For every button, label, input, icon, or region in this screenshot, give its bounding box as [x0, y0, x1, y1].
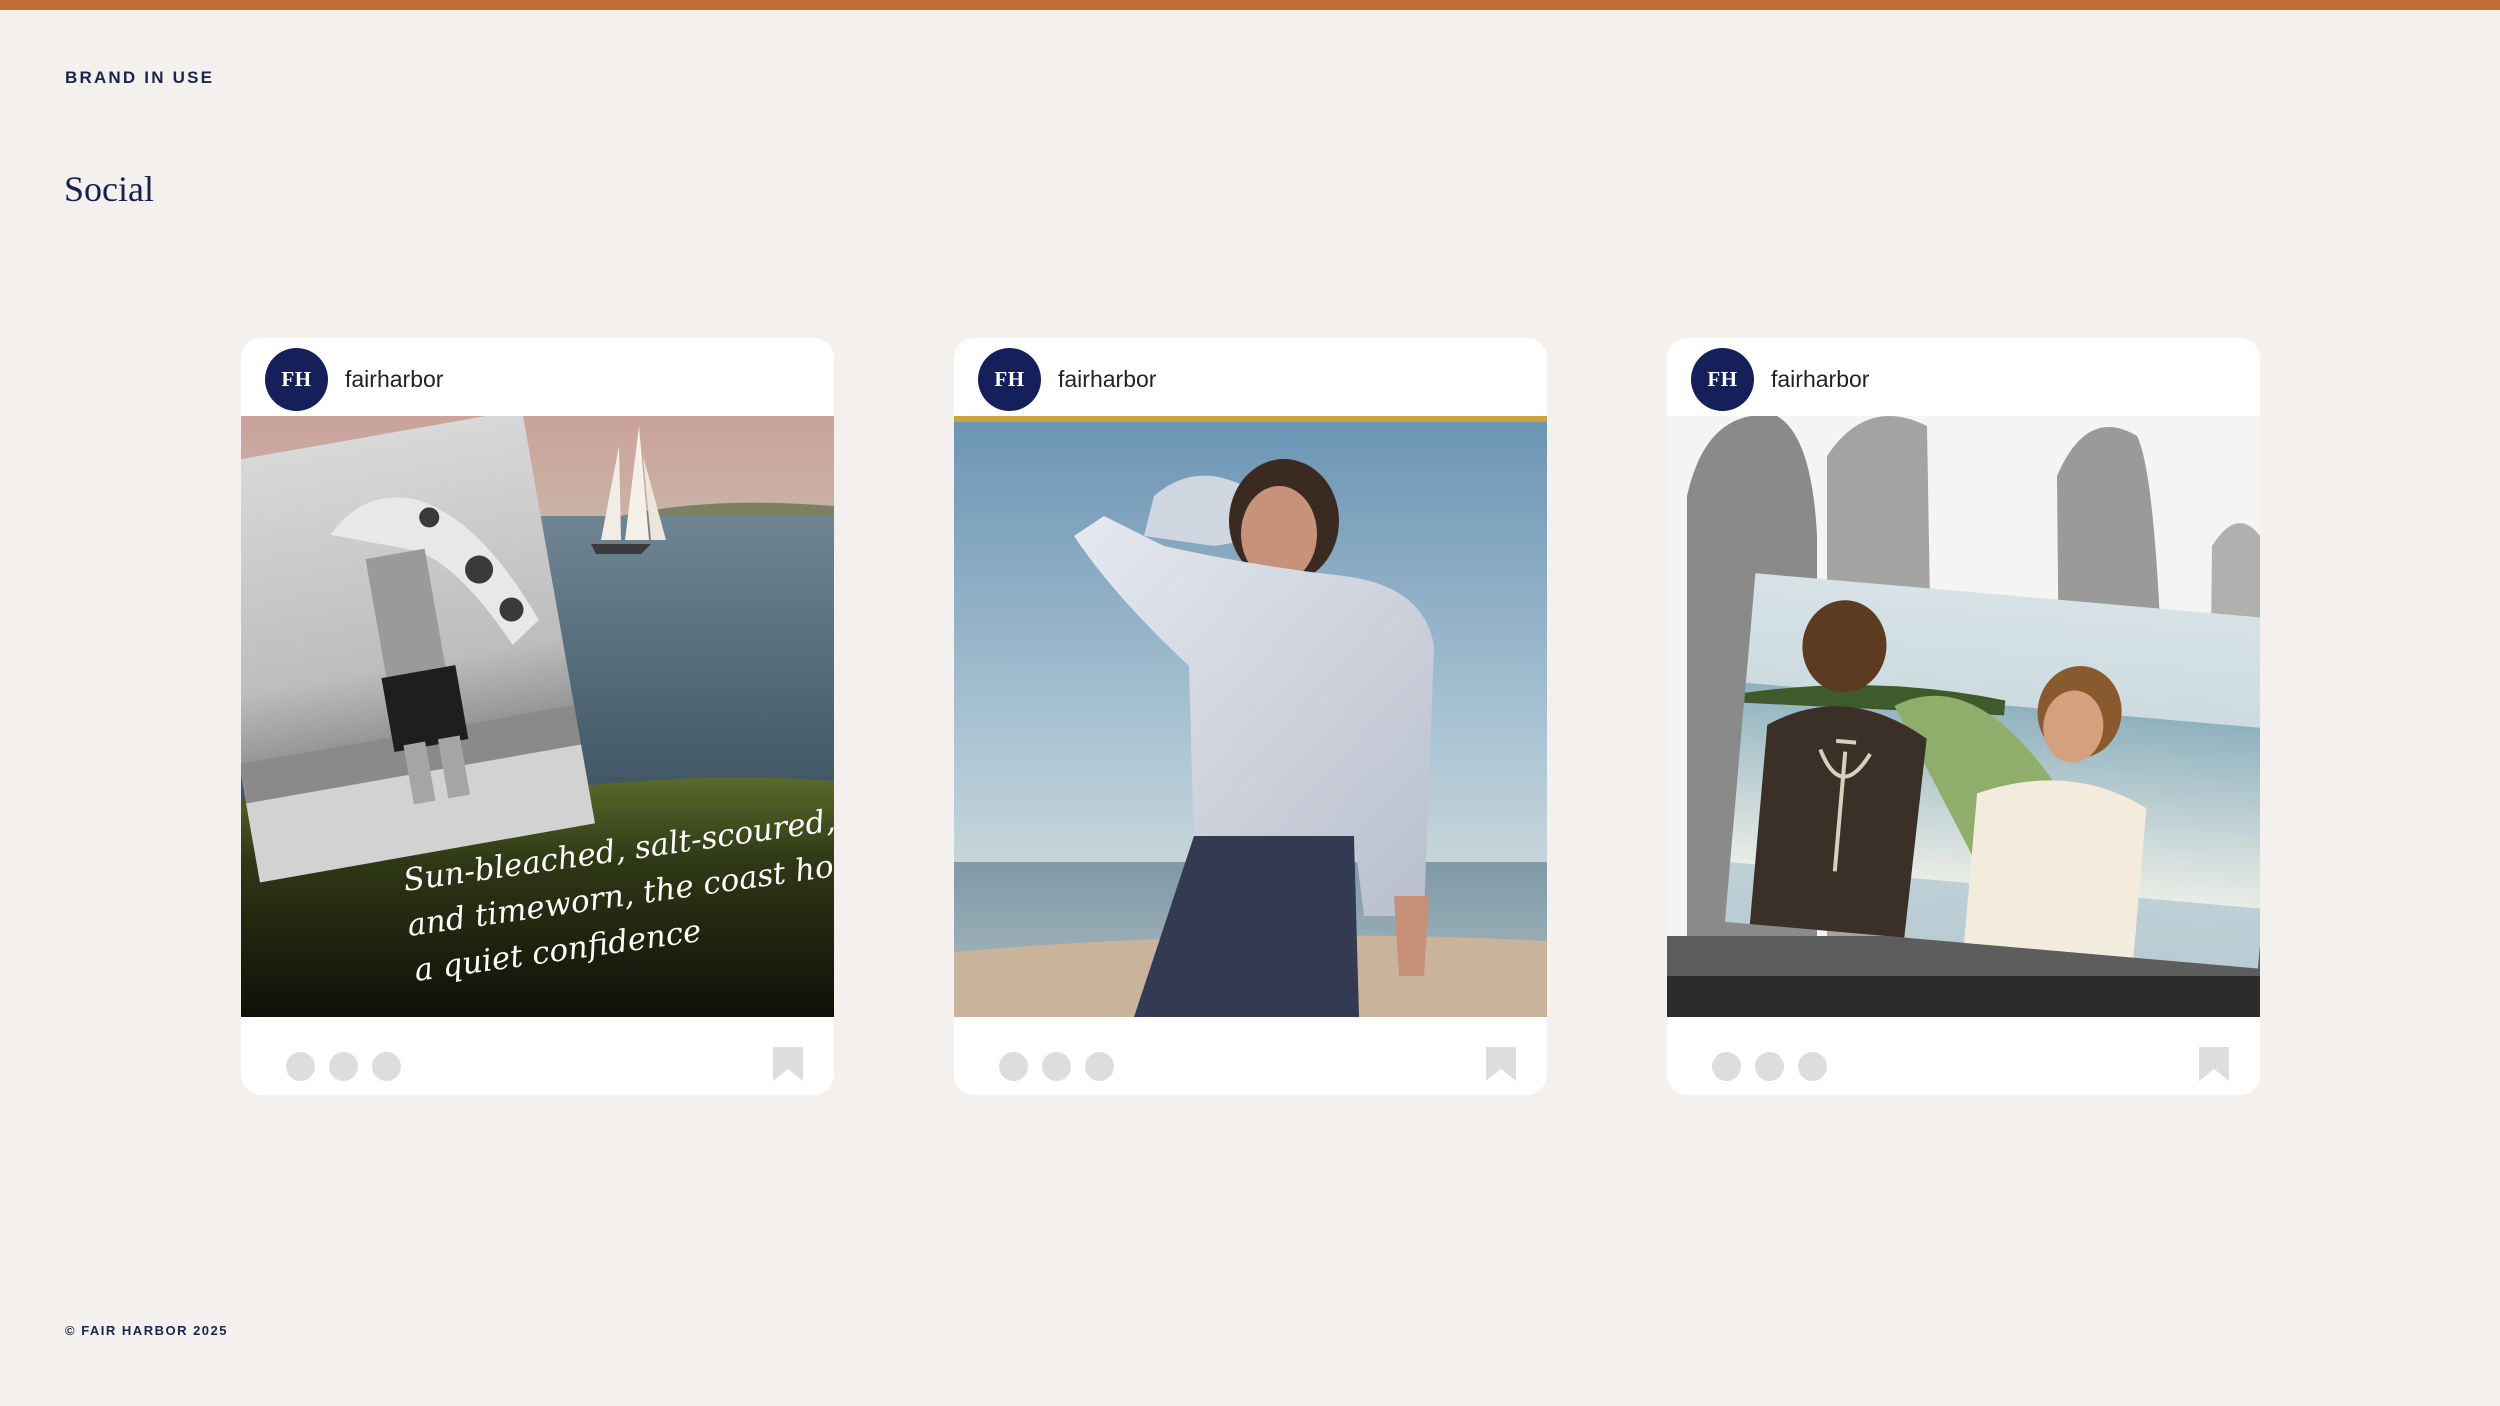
share-icon[interactable]: [1798, 1052, 1827, 1081]
section-eyebrow: BRAND IN USE: [65, 68, 215, 87]
avatar[interactable]: FH: [1691, 348, 1754, 411]
bookmark-icon[interactable]: [1486, 1047, 1516, 1081]
post-header: FH fairharbor: [241, 338, 834, 416]
post-header: FH fairharbor: [1667, 338, 2260, 416]
post-username[interactable]: fairharbor: [1771, 366, 1869, 393]
footer-copyright: © FAIR HARBOR 2025: [65, 1323, 228, 1338]
top-accent-bar: [0, 0, 2500, 10]
avatar[interactable]: FH: [265, 348, 328, 411]
bookmark-icon[interactable]: [773, 1047, 803, 1081]
color-photo-inset: [1724, 573, 2260, 969]
post-header: FH fairharbor: [954, 338, 1547, 416]
heart-icon[interactable]: [1712, 1052, 1741, 1081]
bookmark-icon[interactable]: [2199, 1047, 2229, 1081]
post-image-beach-portrait[interactable]: [954, 416, 1547, 1017]
share-icon[interactable]: [1085, 1052, 1114, 1081]
comment-icon[interactable]: [1042, 1052, 1071, 1081]
post-actions: [241, 1017, 834, 1095]
post-username[interactable]: fairharbor: [345, 366, 443, 393]
post-username[interactable]: fairharbor: [1058, 366, 1156, 393]
post-image-coastal-collage[interactable]: Sun-bleached, salt-scoured, and timeworn…: [241, 416, 834, 1017]
social-post-card-2: FH fairharbor: [954, 338, 1547, 1095]
heart-icon[interactable]: [286, 1052, 315, 1081]
comment-icon[interactable]: [329, 1052, 358, 1081]
avatar[interactable]: FH: [978, 348, 1041, 411]
heart-icon[interactable]: [999, 1052, 1028, 1081]
post-actions: [954, 1017, 1547, 1095]
social-post-card-1: FH fairharbor Sun-bleached, salt-scoured…: [241, 338, 834, 1095]
post-image-surfboards-collage[interactable]: [1667, 416, 2260, 1017]
social-post-card-3: FH fairharbor: [1667, 338, 2260, 1095]
page-title: Social: [64, 169, 154, 209]
share-icon[interactable]: [372, 1052, 401, 1081]
comment-icon[interactable]: [1755, 1052, 1784, 1081]
post-actions: [1667, 1017, 2260, 1095]
